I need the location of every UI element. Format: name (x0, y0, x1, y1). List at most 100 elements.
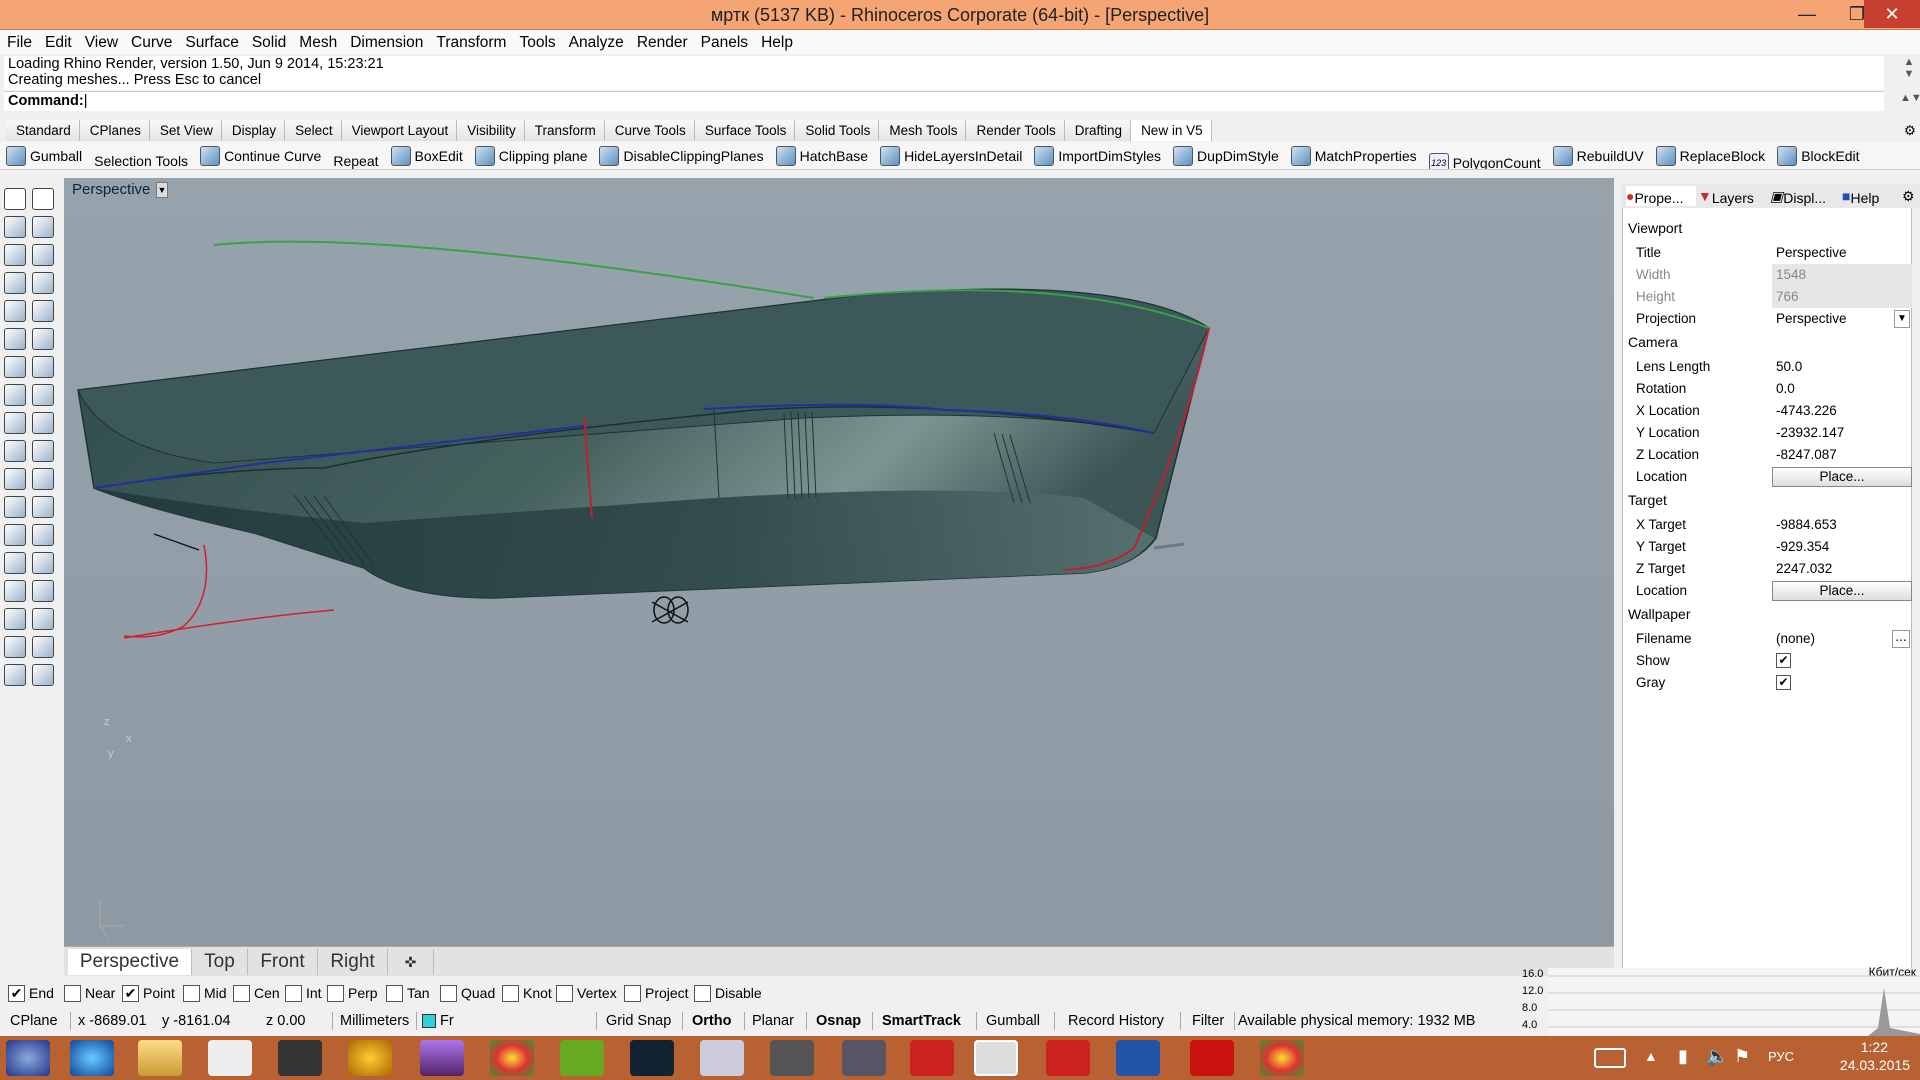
calculator-icon[interactable] (700, 1040, 744, 1076)
mesh-icon[interactable] (32, 384, 54, 406)
tab-right[interactable]: Right (318, 949, 388, 975)
menu-surface[interactable]: Surface (178, 30, 244, 54)
network-icon[interactable]: ▮ (1678, 1046, 1688, 1067)
group-icon[interactable] (32, 468, 54, 490)
disable-clipping-planes-button[interactable]: DisableClippingPlanes (593, 142, 769, 169)
tab-surface-tools[interactable]: Surface Tools (694, 120, 796, 141)
hatchbase-button[interactable]: HatchBase (770, 142, 874, 169)
tab-mesh-tools[interactable]: Mesh Tools (879, 120, 967, 141)
osnap-checkbox[interactable] (556, 984, 573, 1002)
show-checkbox[interactable]: ✔ (1776, 653, 1791, 668)
prop-value[interactable]: -8247.087 (1772, 444, 1912, 466)
osnap-checkbox[interactable] (183, 984, 200, 1002)
osnap-knot[interactable]: Knot (502, 982, 552, 1004)
dimension-icon[interactable] (4, 440, 26, 462)
light-icon[interactable] (32, 664, 54, 686)
rectangle-icon[interactable] (32, 272, 54, 294)
osnap-perp[interactable]: Perp (327, 982, 378, 1004)
close-button[interactable]: ✕ (1864, 0, 1920, 28)
tab-visibility[interactable]: Visibility (457, 120, 525, 141)
osnap-vertex[interactable]: Vertex (556, 982, 617, 1004)
internet-explorer-icon[interactable] (70, 1040, 114, 1076)
select-arrow-icon[interactable] (4, 188, 26, 210)
prop-value[interactable]: (none) (1772, 628, 1912, 650)
gear-icon[interactable] (4, 412, 26, 434)
tab-drafting[interactable]: Drafting (1064, 120, 1132, 141)
osnap-quad[interactable]: Quad (440, 982, 495, 1004)
osnap-checkbox[interactable] (694, 984, 711, 1002)
import-dim-styles-button[interactable]: ImportDimStyles (1028, 142, 1167, 169)
osnap-end[interactable]: ✔ End (8, 982, 54, 1004)
prop-value[interactable]: -929.354 (1772, 536, 1912, 558)
projection-select[interactable]: Perspective (1772, 308, 1912, 330)
gear-icon[interactable]: ⚙ (1902, 186, 1918, 206)
tab-front[interactable]: Front (248, 949, 318, 975)
rebuild-uv-button[interactable]: RebuildUV (1547, 142, 1650, 169)
steam-icon[interactable] (630, 1040, 674, 1076)
ortho-toggle[interactable]: Ortho (692, 1010, 731, 1032)
menu-analyze[interactable]: Analyze (562, 30, 630, 54)
clock[interactable]: 1:22 24.03.2015 (1800, 1038, 1910, 1078)
filter-toggle[interactable]: Filter (1192, 1010, 1224, 1032)
osnap-checkbox[interactable] (64, 984, 81, 1002)
place-target-button[interactable]: Place... (1772, 581, 1912, 601)
tab-help[interactable]: ■ Help (1842, 186, 1898, 206)
move-icon[interactable] (32, 524, 54, 546)
menu-mesh[interactable]: Mesh (292, 30, 343, 54)
osnap-checkbox[interactable] (233, 984, 250, 1002)
flag-icon[interactable]: ⚑ (1734, 1046, 1750, 1067)
circle-icon[interactable] (4, 244, 26, 266)
command-scrollbar[interactable]: ▲▼ (1900, 92, 1920, 112)
edit-points-icon[interactable] (32, 552, 54, 574)
check-icon[interactable] (32, 636, 54, 658)
menu-curve[interactable]: Curve (124, 30, 178, 54)
rotate-icon[interactable] (4, 496, 26, 518)
tab-display[interactable]: Display (221, 120, 286, 141)
curve-icon[interactable] (32, 216, 54, 238)
cylinder-icon[interactable] (4, 384, 26, 406)
gumball-toggle[interactable]: Gumball (986, 1010, 1040, 1032)
chrome-icon[interactable] (1260, 1040, 1304, 1076)
tab-properties[interactable]: ● Prope... (1626, 186, 1696, 206)
volume-icon[interactable]: 🔈 (1706, 1046, 1728, 1067)
offset-icon[interactable] (4, 300, 26, 322)
block-edit-button[interactable]: BlockEdit (1771, 142, 1865, 169)
array-icon[interactable] (4, 552, 26, 574)
solid-icon[interactable] (4, 580, 26, 602)
tab-new-in-v5[interactable]: New in V5 (1131, 120, 1212, 141)
gumball-widget[interactable] (651, 596, 689, 624)
prop-value[interactable]: 50.0 (1772, 356, 1912, 378)
camera-icon[interactable] (4, 468, 26, 490)
grid-snap-toggle[interactable]: Grid Snap (606, 1010, 671, 1032)
status-layer[interactable]: Fr (422, 1010, 454, 1032)
tab-perspective[interactable]: Perspective (68, 949, 192, 975)
tab-top[interactable]: Top (192, 949, 248, 975)
selection-tools-button[interactable]: Selection Tools (88, 147, 194, 169)
transform-icon[interactable] (32, 440, 54, 462)
smarttrack-toggle[interactable]: SmartTrack (882, 1010, 961, 1032)
chrome-icon[interactable] (490, 1040, 534, 1076)
add-viewport-icon[interactable]: ✜ (388, 949, 434, 975)
menu-tools[interactable]: Tools (512, 30, 561, 54)
place-camera-button[interactable]: Place... (1772, 467, 1912, 487)
menu-solid[interactable]: Solid (245, 30, 292, 54)
ellipse-icon[interactable] (32, 244, 54, 266)
maya-icon[interactable] (842, 1040, 886, 1076)
dup-dim-style-button[interactable]: DupDimStyle (1167, 142, 1285, 169)
gumball-button[interactable]: Gumball (0, 142, 88, 169)
tab-layers[interactable]: ▼ Layers (1698, 186, 1768, 206)
boolean-icon[interactable] (32, 356, 54, 378)
repeat-button[interactable]: Repeat (327, 147, 384, 169)
word-icon[interactable] (1116, 1040, 1160, 1076)
tab-render-tools[interactable]: Render Tools (966, 120, 1065, 141)
prop-value[interactable]: Perspective (1772, 242, 1912, 264)
point-icon[interactable] (32, 188, 54, 210)
osnap-mid[interactable]: Mid (183, 982, 227, 1004)
prop-value[interactable]: -23932.147 (1772, 422, 1912, 444)
text-icon[interactable] (4, 524, 26, 546)
viewport-title[interactable]: Perspective (72, 180, 168, 200)
record-history-toggle[interactable]: Record History (1068, 1010, 1164, 1032)
visual-studio-icon[interactable] (420, 1040, 464, 1076)
tab-cplanes[interactable]: CPlanes (79, 120, 150, 141)
prop-value[interactable]: -4743.226 (1772, 400, 1912, 422)
